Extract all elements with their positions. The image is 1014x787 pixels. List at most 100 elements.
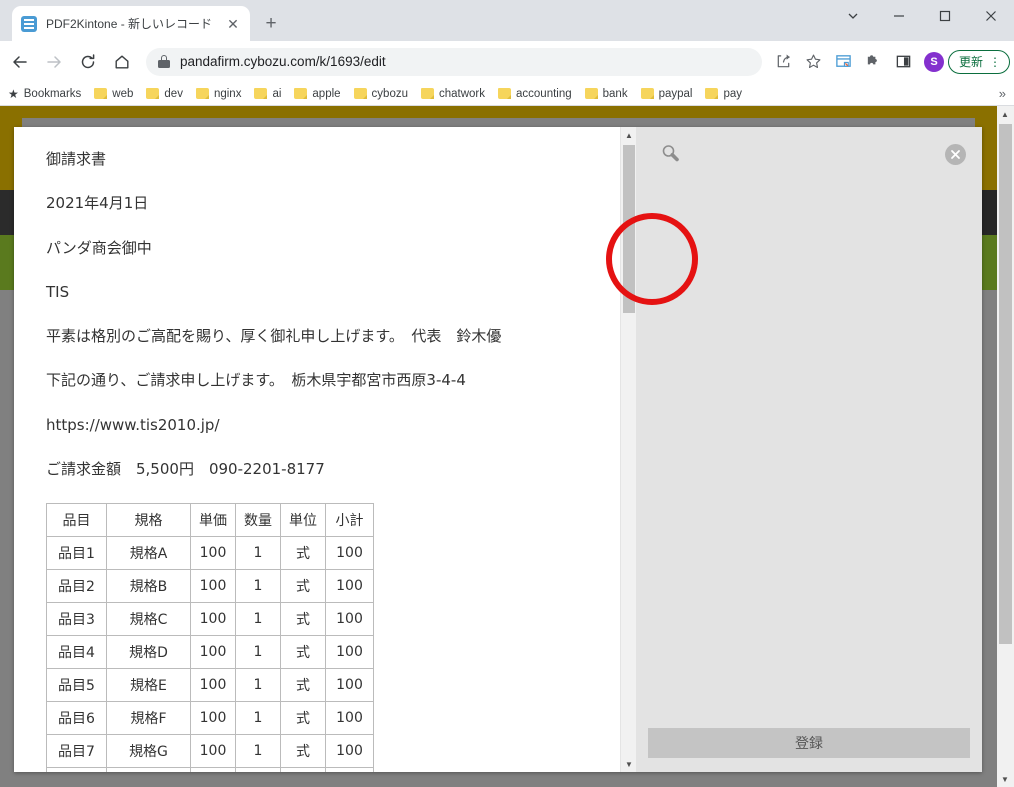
new-tab-button[interactable]: + xyxy=(258,12,284,38)
reload-button[interactable] xyxy=(74,48,102,76)
register-button[interactable]: 登録 xyxy=(648,728,970,758)
cell-item: 品目4 xyxy=(47,636,107,669)
cell-qty: 1 xyxy=(236,702,281,735)
bookmark-label: chatwork xyxy=(439,88,485,100)
doc-line-client: パンダ商会御中 xyxy=(46,238,610,258)
page-scroll-up-icon[interactable]: ▲ xyxy=(997,106,1013,122)
browser-tab[interactable]: PDF2Kintone - 新しいレコード ✕ xyxy=(12,6,250,41)
col-header-item: 品目 xyxy=(47,504,107,537)
bookmark-folder-dev[interactable]: dev xyxy=(146,88,183,100)
doc-line-greeting: 平素は格別のご高配を賜り、厚く御礼申し上げます。 代表 鈴木優 xyxy=(46,326,610,346)
page-scroll-thumb[interactable] xyxy=(999,124,1012,644)
cell-spec: 規格D xyxy=(107,636,191,669)
tab-search-button[interactable] xyxy=(830,0,876,32)
cell-item: 品目5 xyxy=(47,669,107,702)
close-icon[interactable] xyxy=(945,144,966,165)
bookmark-folder-accounting[interactable]: accounting xyxy=(498,88,572,100)
table-row: 品目6 規格F 100 1 式 100 xyxy=(47,702,374,735)
cell-price: 100 xyxy=(191,735,236,768)
page-scrollbar[interactable]: ▲ ▼ xyxy=(997,106,1014,787)
bookmark-label: cybozu xyxy=(372,88,408,100)
table-row: 品目7 規格G 100 1 式 100 xyxy=(47,735,374,768)
cell-spec: 規格A xyxy=(107,537,191,570)
lock-icon xyxy=(158,55,170,68)
close-window-button[interactable] xyxy=(968,0,1014,32)
address-bar[interactable]: pandafirm.cybozu.com/k/1693/edit xyxy=(146,48,762,76)
maximize-button[interactable] xyxy=(922,0,968,32)
bookmark-folder-web[interactable]: web xyxy=(94,88,133,100)
folder-icon xyxy=(294,88,307,99)
bookmark-folder-nginx[interactable]: nginx xyxy=(196,88,242,100)
cell-price: 100 xyxy=(191,603,236,636)
folder-icon xyxy=(705,88,718,99)
doc-line-url: https://www.tis2010.jp/ xyxy=(46,415,610,435)
table-row: 品目8 規格H 100 1 式 100 xyxy=(47,768,374,773)
bookmarks-root[interactable]: ★ Bookmarks xyxy=(8,87,81,101)
col-header-sub: 小計 xyxy=(326,504,374,537)
bookmark-label: ai xyxy=(272,88,281,100)
bookmark-label: bank xyxy=(603,88,628,100)
bookmark-folder-ai[interactable]: ai xyxy=(254,88,281,100)
cell-price: 100 xyxy=(191,768,236,773)
bookmark-folder-cybozu[interactable]: cybozu xyxy=(354,88,408,100)
side-panel-icon[interactable] xyxy=(890,48,918,76)
magnifier-icon[interactable] xyxy=(660,143,682,165)
share-icon[interactable] xyxy=(770,48,798,76)
cell-sub: 100 xyxy=(326,570,374,603)
cell-sub: 100 xyxy=(326,603,374,636)
bookmark-folder-pay[interactable]: pay xyxy=(705,88,742,100)
folder-icon xyxy=(196,88,209,99)
band-olive-top xyxy=(0,106,997,118)
extensions-puzzle-icon[interactable] xyxy=(860,48,888,76)
browser-window: PDF2Kintone - 新しいレコード ✕ + xyxy=(0,0,1014,787)
bookmark-folder-paypal[interactable]: paypal xyxy=(641,88,693,100)
cell-price: 100 xyxy=(191,669,236,702)
cell-price: 100 xyxy=(191,636,236,669)
forward-button[interactable] xyxy=(40,48,68,76)
cell-price: 100 xyxy=(191,570,236,603)
cell-unit: 式 xyxy=(281,768,326,773)
cell-sub: 100 xyxy=(326,669,374,702)
table-row: 品目4 規格D 100 1 式 100 xyxy=(47,636,374,669)
tab-strip: PDF2Kintone - 新しいレコード ✕ + xyxy=(0,0,1014,41)
doc-line-amount: ご請求金額 5,500円 090-2201-8177 xyxy=(46,459,610,479)
page-scroll-down-icon[interactable]: ▼ xyxy=(997,771,1013,787)
update-button-label: 更新 xyxy=(959,53,983,70)
cell-sub: 100 xyxy=(326,735,374,768)
chrome-menu-icon[interactable]: ⋮ xyxy=(989,56,1001,68)
home-button[interactable] xyxy=(108,48,136,76)
back-button[interactable] xyxy=(6,48,34,76)
update-button[interactable]: 更新 ⋮ xyxy=(948,50,1010,74)
minimize-button[interactable] xyxy=(876,0,922,32)
profile-avatar[interactable]: S xyxy=(924,52,944,72)
invoice-table-body: 品目1 規格A 100 1 式 100 品目2 規格B 100 xyxy=(47,537,374,773)
bookmarks-overflow-icon[interactable]: » xyxy=(999,86,1006,101)
cell-qty: 1 xyxy=(236,603,281,636)
cell-sub: 100 xyxy=(326,537,374,570)
cell-item: 品目8 xyxy=(47,768,107,773)
bookmarks-bar: ★ Bookmarks web dev nginx ai apple cyboz… xyxy=(0,82,1014,106)
star-icon: ★ xyxy=(8,87,19,101)
folder-icon xyxy=(498,88,511,99)
cell-sub: 100 xyxy=(326,702,374,735)
scroll-down-icon[interactable]: ▼ xyxy=(621,756,636,772)
browser-toolbar: pandafirm.cybozu.com/k/1693/edit S 更新 ⋮ xyxy=(0,41,1014,82)
bookmark-folder-apple[interactable]: apple xyxy=(294,88,340,100)
bookmark-star-icon[interactable] xyxy=(800,48,828,76)
tab-close-icon[interactable]: ✕ xyxy=(225,16,241,32)
scroll-up-icon[interactable]: ▲ xyxy=(621,127,636,143)
folder-icon xyxy=(94,88,107,99)
window-extension-icon[interactable] xyxy=(830,48,858,76)
cell-item: 品目7 xyxy=(47,735,107,768)
cell-spec: 規格B xyxy=(107,570,191,603)
cell-price: 100 xyxy=(191,702,236,735)
cell-price: 100 xyxy=(191,537,236,570)
bookmark-label: accounting xyxy=(516,88,572,100)
invoice-table: 品目 規格 単価 数量 単位 小計 品目1 規格A xyxy=(46,503,374,772)
doc-line-company: TIS xyxy=(46,282,610,302)
bookmark-folder-chatwork[interactable]: chatwork xyxy=(421,88,485,100)
table-row: 品目5 規格E 100 1 式 100 xyxy=(47,669,374,702)
bookmark-folder-bank[interactable]: bank xyxy=(585,88,628,100)
doc-line-address: 下記の通り、ご請求申し上げます。 栃木県宇都宮市西原3-4-4 xyxy=(46,370,610,390)
doc-line-title: 御請求書 xyxy=(46,149,610,169)
